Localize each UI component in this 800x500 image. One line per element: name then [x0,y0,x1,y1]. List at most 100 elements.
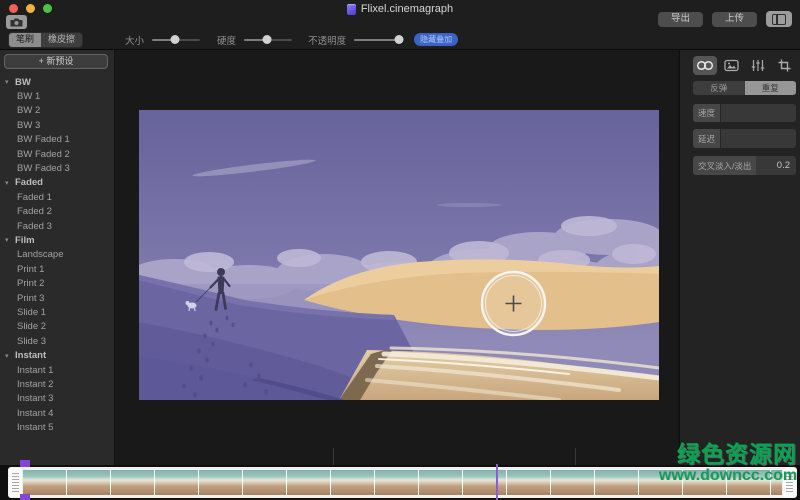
trim-handle-right[interactable] [783,468,796,497]
preset-item[interactable]: Faded 1 [0,190,113,204]
filmstrip-thumb[interactable] [67,470,110,495]
timeline-playhead[interactable] [496,464,498,500]
preset-item[interactable]: BW Faded 3 [0,161,113,175]
camera-icon [10,18,23,27]
preset-item[interactable]: BW 3 [0,118,113,132]
window-title: Flixel.cinemagraph [361,3,453,15]
preset-item[interactable]: BW 2 [0,104,113,118]
filmstrip-thumb[interactable] [507,470,550,495]
preset-group-bw[interactable]: ▾BW [0,75,113,89]
repeat-mode-button[interactable]: 重复 [745,81,797,95]
trim-marker-bottom [20,494,30,500]
filmstrip-thumb[interactable] [199,470,242,495]
tab-crop[interactable] [773,56,797,75]
camera-button[interactable] [6,15,27,29]
beach-scene [139,110,659,400]
preset-group-film[interactable]: ▾Film [0,233,113,247]
filmstrip-thumb[interactable] [375,470,418,495]
preset-item[interactable]: Instant 3 [0,392,113,406]
filmstrip-thumb[interactable] [551,470,594,495]
preset-item[interactable]: Slide 3 [0,334,113,348]
preset-item[interactable]: Slide 2 [0,320,113,334]
inspector-tabs [693,54,797,76]
filmstrip-thumb[interactable] [683,470,726,495]
filmstrip-thumb[interactable] [419,470,462,495]
brush-tool-button[interactable]: 笔刷 [9,33,41,47]
brush-opacity-slider[interactable] [354,33,402,47]
preset-item[interactable]: Print 2 [0,276,113,290]
document-icon [347,4,356,15]
titlebar-actions: 导出 上传 [658,11,792,27]
preset-item[interactable]: BW Faded 1 [0,133,113,147]
timeline [0,465,800,500]
delay-label: 延迟 [693,129,720,148]
preset-item[interactable]: Instant 5 [0,420,113,434]
crossfade-field[interactable]: 交叉淡入/淡出 0.2 [693,156,796,175]
preset-group-instant[interactable]: ▾Instant [0,348,113,362]
preset-group-faded[interactable]: ▾Faded [0,176,113,190]
brush-size-label: 大小 [125,33,144,47]
preset-item[interactable]: Faded 3 [0,219,113,233]
slider-thumb[interactable] [263,35,272,44]
crossfade-label: 交叉淡入/淡出 [693,156,756,175]
preset-item[interactable]: Instant 1 [0,363,113,377]
disclosure-triangle-icon[interactable]: ▾ [5,352,12,360]
loop-mode-segmented: 反弹 重复 [693,81,796,95]
timeline-tick [333,448,334,465]
preset-group-label: BW [15,77,31,88]
tab-image[interactable] [720,56,744,75]
new-preset-button[interactable]: + 新预设 [4,54,108,69]
crossfade-value: 0.2 [777,160,796,171]
preset-item[interactable]: Landscape [0,248,113,262]
preset-item[interactable]: BW Faded 2 [0,147,113,161]
brush-size-control: 大小 [125,33,200,47]
adjustments-icon [751,59,765,72]
filmstrip[interactable] [8,467,797,498]
slider-thumb[interactable] [394,35,403,44]
tab-adjustments[interactable] [746,56,770,75]
canvas-image[interactable] [139,110,659,400]
preset-item[interactable]: BW 1 [0,89,113,103]
tool-segmented-control: 笔刷 橡皮擦 [8,32,83,48]
filmstrip-thumb[interactable] [331,470,374,495]
preset-item[interactable]: Faded 2 [0,205,113,219]
filmstrip-thumb[interactable] [639,470,682,495]
disclosure-triangle-icon[interactable]: ▾ [5,179,12,187]
upload-button[interactable]: 上传 [712,12,757,27]
preset-item[interactable]: Slide 1 [0,305,113,319]
filmstrip-thumb[interactable] [111,470,154,495]
brush-hardness-label: 硬度 [217,33,236,47]
filmstrip-thumb[interactable] [727,470,770,495]
tab-loop[interactable] [693,56,717,75]
slider-thumb[interactable] [171,35,180,44]
preset-item[interactable]: Print 1 [0,262,113,276]
preset-sidebar: + 新预设 ▾BWBW 1BW 2BW 3BW Faded 1BW Faded … [0,50,115,465]
delay-field[interactable]: 延迟 [693,129,796,148]
filmstrip-thumb[interactable] [155,470,198,495]
filmstrip-thumb[interactable] [23,470,66,495]
eraser-tool-button[interactable]: 橡皮擦 [41,33,82,47]
hide-overlay-toggle[interactable]: 隐藏叠加 [414,33,458,46]
bounce-mode-button[interactable]: 反弹 [693,81,745,95]
speed-field[interactable]: 速度 [693,104,796,122]
trim-handle-left[interactable] [9,468,22,497]
filmstrip-thumb[interactable] [463,470,506,495]
titlebar: Flixel.cinemagraph 导出 上传 [0,0,800,30]
image-icon [724,59,739,72]
preset-item[interactable]: Instant 4 [0,406,113,420]
brush-size-slider[interactable] [152,33,200,47]
preset-group-label: Film [15,235,35,246]
preset-item[interactable]: Instant 2 [0,377,113,391]
preset-item[interactable]: Print 3 [0,291,113,305]
export-button[interactable]: 导出 [658,12,703,27]
filmstrip-thumb[interactable] [243,470,286,495]
sidebar-toggle-button[interactable] [766,11,792,27]
disclosure-triangle-icon[interactable]: ▾ [5,78,12,86]
brush-hardness-control: 硬度 [217,33,292,47]
filmstrip-thumb[interactable] [287,470,330,495]
disclosure-triangle-icon[interactable]: ▾ [5,236,12,244]
filmstrip-thumb[interactable] [771,470,782,495]
filmstrip-thumb[interactable] [595,470,638,495]
brush-hardness-slider[interactable] [244,33,292,47]
filmstrip-thumbnails[interactable] [23,470,782,495]
